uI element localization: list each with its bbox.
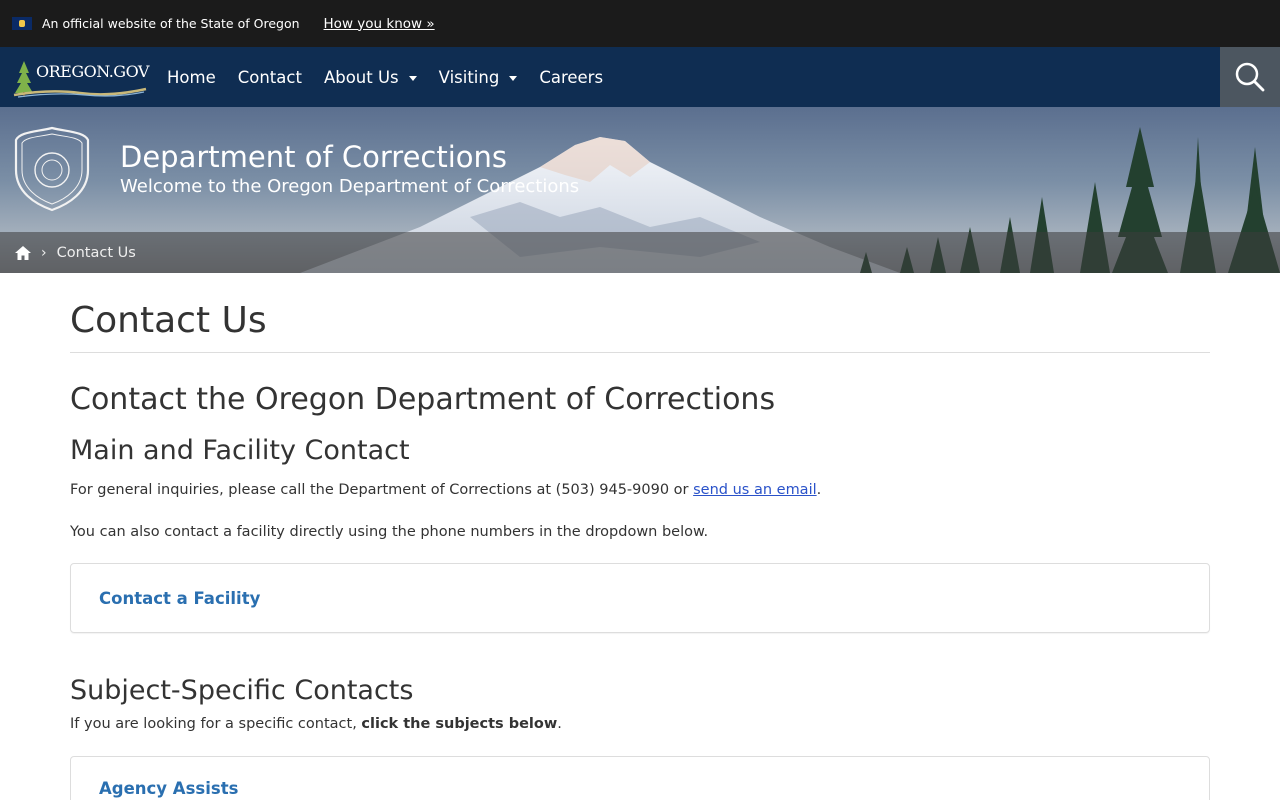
nav-about-us[interactable]: About Us — [324, 68, 417, 87]
agency-assists-accordion[interactable]: Agency Assists — [70, 756, 1210, 800]
general-text: For general inquiries, please call the D… — [70, 482, 694, 498]
agency-assists-label: Agency Assists — [99, 779, 239, 798]
nav-contact[interactable]: Contact — [238, 68, 302, 87]
main-content: Contact Us Contact the Oregon Department… — [70, 273, 1210, 800]
oregon-flag-icon — [12, 17, 32, 30]
search-icon — [1235, 62, 1265, 92]
main-facility-contact-heading: Main and Facility Contact — [70, 435, 410, 466]
page-title: Contact Us — [70, 300, 1210, 353]
home-icon[interactable] — [15, 245, 31, 260]
general-inquiries-text: For general inquiries, please call the D… — [70, 479, 1210, 501]
department-subtitle: Welcome to the Oregon Department of Corr… — [120, 176, 580, 197]
nav-about-us-label: About Us — [323, 67, 399, 87]
subject-text-end: . — [557, 716, 562, 732]
contact-facility-label: Contact a Facility — [99, 588, 261, 608]
search-button[interactable] — [1220, 47, 1280, 107]
subject-specific-heading: Subject-Specific Contacts — [70, 675, 414, 706]
department-title: Department of Corrections — [120, 140, 508, 174]
nav-home[interactable]: Home — [167, 68, 216, 87]
chevron-right-icon: › — [41, 244, 47, 261]
tree-logo-icon — [13, 61, 147, 98]
nav-home-label: Home — [167, 67, 216, 87]
nav-careers-label: Careers — [539, 67, 604, 87]
general-text-end: . — [816, 482, 822, 498]
breadcrumb: › Contact Us — [0, 232, 1280, 273]
contact-facility-accordion[interactable]: Contact a Facility — [70, 563, 1210, 633]
facility-info-text: You can also contact a facility directly… — [70, 524, 709, 540]
official-banner: An official website of the State of Oreg… — [0, 0, 1280, 47]
oregon-gov-logo[interactable]: OREGON.GOV — [10, 55, 150, 99]
how-you-know-link[interactable]: How you know » — [324, 16, 435, 32]
hero-banner: Department of Corrections Welcome to the… — [0, 107, 1280, 273]
send-email-link[interactable]: send us an email — [693, 482, 817, 498]
caret-down-icon — [408, 75, 417, 81]
doc-seal-icon — [14, 126, 90, 212]
subject-text: If you are looking for a specific contac… — [70, 716, 362, 732]
subject-info-text: If you are looking for a specific contac… — [70, 713, 1210, 735]
caret-down-icon — [509, 75, 518, 81]
nav-contact-label: Contact — [237, 67, 302, 87]
section-heading: Contact the Oregon Department of Correct… — [70, 382, 776, 417]
breadcrumb-current: Contact Us — [56, 244, 136, 261]
main-nav: OREGON.GOV Home Contact About Us Visitin… — [0, 47, 1280, 107]
nav-visiting[interactable]: Visiting — [439, 68, 518, 87]
nav-visiting-label: Visiting — [438, 67, 500, 87]
nav-careers[interactable]: Careers — [539, 68, 603, 87]
official-text: An official website of the State of Oreg… — [42, 16, 300, 31]
subject-text-bold: click the subjects below — [361, 716, 558, 732]
